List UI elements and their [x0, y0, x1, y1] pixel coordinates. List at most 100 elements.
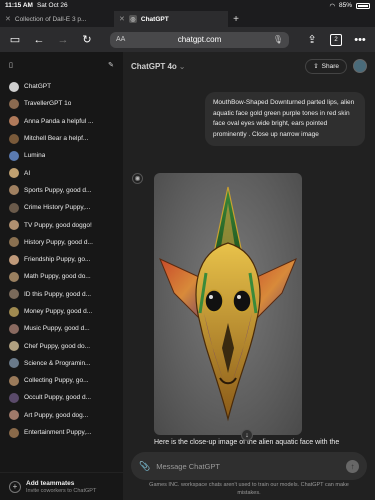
- add-icon: +: [9, 480, 21, 493]
- sidebar-gpt-item[interactable]: Money Puppy, good d...: [0, 303, 123, 320]
- wifi-icon: ◠: [329, 2, 335, 10]
- sidebar-item-label: ChatGPT: [24, 83, 52, 91]
- close-sidebar-icon[interactable]: ▯: [9, 61, 13, 69]
- sidebar-item-label: Crime History Puppy,...: [24, 204, 91, 212]
- sidebar-item-label: Money Puppy, good d...: [24, 308, 93, 315]
- sidebar-gpt-item[interactable]: Collecting Puppy, go...: [0, 372, 123, 389]
- share-icon[interactable]: ⇪: [305, 33, 319, 47]
- sidebar-gpt-item[interactable]: Entertainment Puppy,...: [0, 424, 123, 441]
- new-tab-button[interactable]: +: [228, 11, 244, 27]
- disclaimer-text: Games INC. workspace chats aren't used t…: [149, 482, 349, 496]
- browser-tab-strip: ✕ Collection of Dall-E 3 p... ✕ ◎ ChatGP…: [0, 11, 375, 27]
- sidebar-item-label: Entertainment Puppy,...: [24, 429, 92, 437]
- sidebar-gpt-item[interactable]: Sports Puppy, good d...: [0, 182, 123, 199]
- gpt-avatar-icon: [9, 116, 19, 127]
- sidebar-item-label: Friendship Puppy, go...: [24, 256, 91, 264]
- sidebar-gpt-item[interactable]: ID this Puppy, good d...: [0, 286, 123, 303]
- message-composer[interactable]: 📎 Message ChatGPT ↑: [131, 452, 367, 480]
- reload-button[interactable]: ↻: [80, 33, 94, 47]
- sidebar-header: ▯ ✎: [0, 52, 123, 78]
- gpt-avatar-icon: [9, 168, 19, 179]
- sidebar-gpt-item[interactable]: ChatGPT: [0, 78, 123, 95]
- microphone-icon[interactable]: 🎙: [273, 35, 283, 44]
- sidebar-gpt-item[interactable]: Science & Programin...: [0, 355, 123, 372]
- gpt-avatar-icon: [9, 133, 19, 144]
- back-button[interactable]: ←: [32, 33, 46, 47]
- sidebar-gpt-item[interactable]: TV Puppy, good doggo!: [0, 216, 123, 233]
- attach-icon[interactable]: 📎: [139, 461, 150, 472]
- browser-tab-chatgpt[interactable]: ✕ ◎ ChatGPT: [114, 11, 228, 27]
- sidebar-gpt-item[interactable]: Lumina: [0, 147, 123, 164]
- text-size-button[interactable]: AA: [116, 36, 125, 43]
- generated-image[interactable]: [154, 173, 302, 435]
- ios-status-bar: 11:15 AM Sat Oct 26 ◠ 85%: [0, 0, 375, 11]
- add-teammates-label: Add teammates: [26, 479, 75, 487]
- sidebar-item-label: AI: [24, 169, 31, 177]
- model-selector[interactable]: ChatGPT 4o ⌄: [131, 62, 185, 71]
- message-input[interactable]: Message ChatGPT: [156, 462, 340, 471]
- sidebar-gpt-item[interactable]: Crime History Puppy,...: [0, 199, 123, 216]
- tab-overview-button[interactable]: 2: [329, 33, 343, 47]
- chevron-down-icon: ⌄: [178, 61, 186, 71]
- sidebar-item-label: TravellerGPT 1o: [24, 100, 72, 108]
- sidebar-item-label: Science & Programin...: [24, 359, 91, 367]
- gpt-avatar-icon: [9, 323, 19, 334]
- sidebar-toggle-icon[interactable]: ▭: [8, 33, 22, 47]
- more-menu-icon[interactable]: •••: [353, 33, 367, 47]
- sidebar-gpt-item[interactable]: Art Puppy, good dog...: [0, 407, 123, 424]
- chat-sidebar: ▯ ✎ ChatGPT TravellerGPT 1o Anna Panda a h…: [0, 52, 123, 500]
- chat-header: ChatGPT 4o ⌄ ⇪ Share: [123, 52, 375, 80]
- gpt-avatar-icon: [9, 375, 19, 386]
- gpt-avatar-icon: [9, 306, 19, 317]
- sidebar-gpt-item[interactable]: History Puppy, good d...: [0, 234, 123, 251]
- sidebar-item-label: Music Puppy, good d...: [24, 325, 90, 333]
- gpt-list: ChatGPT TravellerGPT 1o Anna Panda a helpf…: [0, 78, 123, 441]
- scroll-down-icon[interactable]: ↓: [241, 429, 253, 441]
- send-button[interactable]: ↑: [346, 459, 359, 473]
- sidebar-gpt-item[interactable]: Friendship Puppy, go...: [0, 251, 123, 268]
- sidebar-item-label: Mitchell Bear a helpf...: [24, 135, 89, 143]
- sidebar-item-label: Chef Puppy, good do...: [24, 342, 91, 350]
- gpt-avatar-icon: [9, 271, 19, 282]
- gpt-avatar-icon: [9, 289, 19, 300]
- sidebar-item-label: TV Puppy, good doggo!: [24, 221, 92, 229]
- alien-face-illustration: [159, 186, 297, 422]
- sidebar-gpt-item[interactable]: AI: [0, 164, 123, 181]
- assistant-avatar-icon: ✺: [132, 173, 143, 184]
- battery-icon: [356, 2, 370, 9]
- gpt-avatar-icon: [9, 202, 19, 213]
- status-right: ◠ 85%: [329, 2, 370, 10]
- user-message-bubble: MouthBow-Shaped Downturned parted lips, …: [205, 92, 365, 146]
- forward-button[interactable]: →: [56, 33, 70, 47]
- sidebar-item-label: Sports Puppy, good d...: [24, 186, 92, 194]
- gpt-avatar-icon: [9, 150, 19, 161]
- address-bar[interactable]: AA chatgpt.com 🎙: [110, 31, 289, 48]
- sidebar-gpt-item[interactable]: Occult Puppy, good d...: [0, 389, 123, 406]
- status-date: Sat Oct 26: [36, 2, 68, 9]
- sidebar-gpt-item[interactable]: Anna Panda a helpful ...: [0, 113, 123, 130]
- close-tab-icon[interactable]: ✕: [5, 15, 11, 23]
- sidebar-gpt-item[interactable]: Music Puppy, good d...: [0, 320, 123, 337]
- gpt-avatar-icon: [9, 237, 19, 248]
- sidebar-gpt-item[interactable]: Chef Puppy, good do...: [0, 337, 123, 354]
- new-chat-icon[interactable]: ✎: [108, 61, 114, 69]
- add-teammates[interactable]: + Add teammates Invite coworkers to Chat…: [0, 472, 123, 500]
- close-tab-icon[interactable]: ✕: [119, 15, 125, 23]
- user-avatar[interactable]: [353, 59, 367, 73]
- gpt-avatar-icon: [9, 341, 19, 352]
- status-time: 11:15 AM: [5, 2, 33, 9]
- browser-tab-dalle[interactable]: ✕ Collection of Dall-E 3 p...: [0, 11, 114, 27]
- share-button[interactable]: ⇪ Share: [305, 58, 347, 74]
- tab-label: ChatGPT: [140, 15, 169, 23]
- sidebar-gpt-item[interactable]: Mitchell Bear a helpf...: [0, 130, 123, 147]
- sidebar-gpt-item[interactable]: Math Puppy, good do...: [0, 268, 123, 285]
- battery-percent: 85%: [338, 2, 352, 9]
- gpt-avatar-icon: [9, 81, 19, 92]
- sidebar-item-label: Occult Puppy, good d...: [24, 394, 92, 402]
- sidebar-item-label: ID this Puppy, good d...: [24, 290, 92, 298]
- sidebar-gpt-item[interactable]: TravellerGPT 1o: [0, 95, 123, 112]
- chat-main: ChatGPT 4o ⌄ ⇪ Share MouthBow-Shaped Downt…: [123, 52, 375, 500]
- tab-count: 2: [330, 33, 342, 46]
- chatgpt-favicon-icon: ◎: [128, 15, 137, 23]
- sidebar-item-label: Lumina: [24, 152, 46, 160]
